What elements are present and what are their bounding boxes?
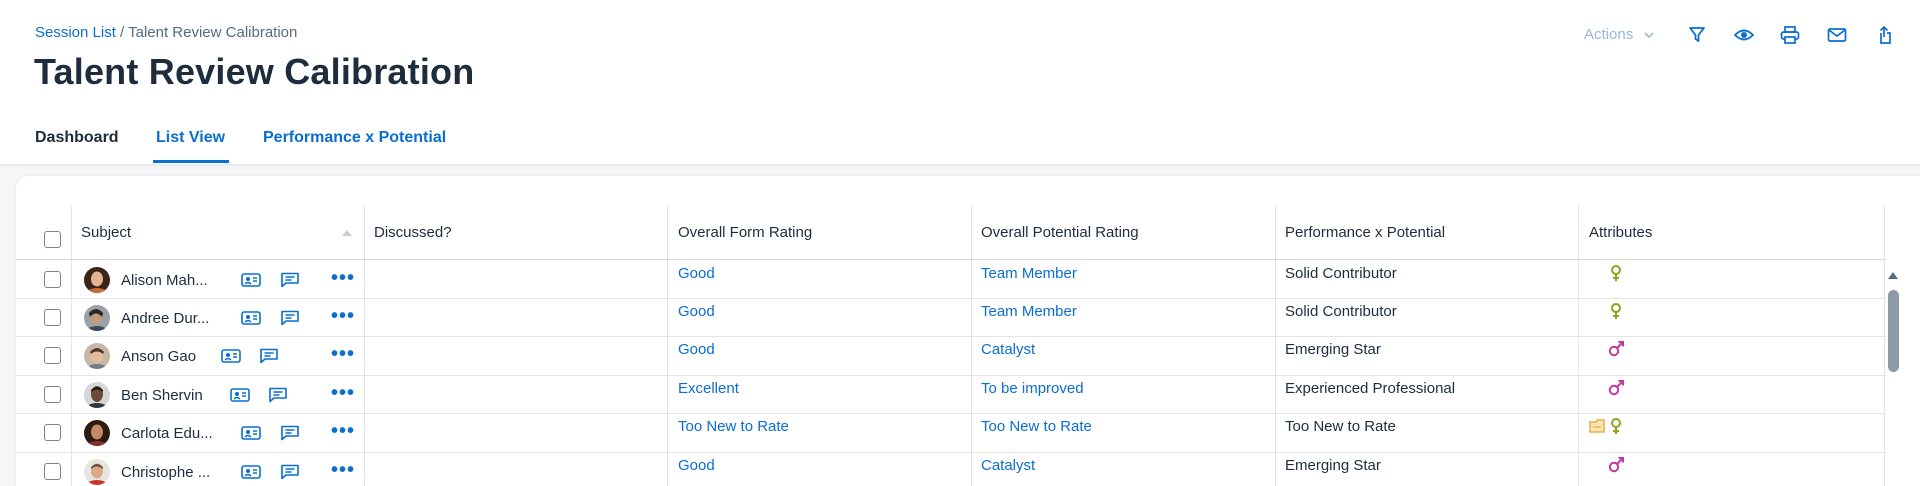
avatar [84,267,110,293]
female-icon [1611,265,1621,281]
chevron-down-icon [1644,32,1654,39]
subject-name[interactable]: Andree Dur... [121,310,209,327]
row-checkbox[interactable] [44,309,61,326]
breadcrumb-current: Talent Review Calibration [128,24,298,41]
performance-x-potential-value: Emerging Star [1285,341,1381,358]
comment-icon[interactable] [259,348,279,364]
subject-name[interactable]: Christophe ... [121,464,210,481]
avatar [84,459,110,485]
profile-card-icon[interactable] [230,387,250,403]
table-row[interactable]: Anson Gao ••• Good Catalyst Emerging Sta… [0,337,1920,375]
export-icon[interactable] [1871,22,1897,48]
more-options-icon[interactable]: ••• [331,305,355,328]
table-row[interactable]: Andree Dur... ••• Good Team Member Solid… [0,299,1920,337]
overall-form-rating-link[interactable]: Good [678,457,715,474]
male-icon [1608,457,1624,473]
subject-name[interactable]: Carlota Edu... [121,425,213,442]
comment-icon[interactable] [280,310,300,326]
overall-form-rating-link[interactable]: Excellent [678,380,739,397]
tab-performance-x-potential[interactable]: Performance x Potential [263,129,446,147]
overall-form-rating-link[interactable]: Too New to Rate [678,418,789,435]
comment-icon[interactable] [280,464,300,480]
profile-card-icon[interactable] [221,348,241,364]
subject-name[interactable]: Ben Shervin [121,387,203,404]
profile-card-icon[interactable] [241,464,261,480]
header-divider [16,259,1886,260]
avatar [84,343,110,369]
column-header-overall-form-rating[interactable]: Overall Form Rating [678,224,812,241]
performance-x-potential-value: Solid Contributor [1285,265,1397,282]
overall-potential-rating-link[interactable]: Team Member [981,265,1077,282]
column-header-performance-x-potential[interactable]: Performance x Potential [1285,224,1445,241]
comment-icon[interactable] [280,425,300,441]
actions-dropdown[interactable]: Actions [1584,26,1655,43]
sort-icon[interactable] [340,228,354,238]
more-options-icon[interactable]: ••• [331,267,355,290]
overall-form-rating-link[interactable]: Good [678,341,715,358]
selected-tab-indicator [153,160,229,163]
row-checkbox[interactable] [44,347,61,364]
eye-icon[interactable] [1731,22,1757,48]
column-header-subject[interactable]: Subject [81,224,131,241]
performance-x-potential-value: Too New to Rate [1285,418,1396,435]
print-icon[interactable] [1777,22,1803,48]
row-checkbox[interactable] [44,463,61,480]
page-title: Talent Review Calibration [34,51,475,92]
subject-name[interactable]: Alison Mah... [121,272,208,289]
comment-icon[interactable] [280,272,300,288]
table-row[interactable]: Carlota Edu... ••• Too New to Rate Too N… [0,414,1920,452]
male-icon [1608,380,1624,396]
performance-x-potential-value: Experienced Professional [1285,380,1456,397]
breadcrumb-session-list-link[interactable]: Session List [35,24,116,41]
profile-card-icon[interactable] [241,310,261,326]
female-icon [1611,303,1621,319]
page-header: Session List / Talent Review Calibration… [0,0,1920,164]
performance-x-potential-value: Solid Contributor [1285,303,1397,320]
avatar [84,382,110,408]
overall-potential-rating-link[interactable]: To be improved [981,380,1084,397]
table-row[interactable]: Ben Shervin ••• Excellent To be improved… [0,376,1920,414]
more-options-icon[interactable]: ••• [331,343,355,366]
overall-potential-rating-link[interactable]: Catalyst [981,341,1035,358]
row-checkbox[interactable] [44,271,61,288]
profile-card-icon[interactable] [241,272,261,288]
tab-list-view[interactable]: List View [156,129,225,147]
table-row[interactable]: Alison Mah... ••• Good Team Member Solid… [0,261,1920,299]
table-row[interactable]: Christophe ... ••• Good Catalyst Emergin… [0,453,1920,486]
overall-potential-rating-link[interactable]: Catalyst [981,457,1035,474]
more-options-icon[interactable]: ••• [331,459,355,482]
actions-label: Actions [1584,26,1634,43]
column-header-overall-potential-rating[interactable]: Overall Potential Rating [981,224,1139,241]
overall-form-rating-link[interactable]: Good [678,265,715,282]
avatar [84,420,110,446]
vertical-scrollbar-thumb[interactable] [1888,290,1899,372]
more-options-icon[interactable]: ••• [331,382,355,405]
overall-form-rating-link[interactable]: Good [678,303,715,320]
filter-icon[interactable] [1684,22,1710,48]
more-options-icon[interactable]: ••• [331,420,355,443]
row-checkbox[interactable] [44,386,61,403]
performance-x-potential-value: Emerging Star [1285,457,1381,474]
subject-name[interactable]: Anson Gao [121,348,196,365]
column-header-attributes[interactable]: Attributes [1589,224,1652,241]
male-icon [1608,341,1624,357]
row-checkbox[interactable] [44,424,61,441]
avatar [84,305,110,331]
column-header-discussed[interactable]: Discussed? [374,224,452,241]
breadcrumb: Session List / Talent Review Calibration [35,24,297,41]
female-icon [1611,418,1621,434]
new-hire-icon [1589,419,1605,433]
mail-icon[interactable] [1824,22,1850,48]
overall-potential-rating-link[interactable]: Too New to Rate [981,418,1092,435]
profile-card-icon[interactable] [241,425,261,441]
select-all-checkbox[interactable] [44,231,61,248]
overall-potential-rating-link[interactable]: Team Member [981,303,1077,320]
tab-dashboard[interactable]: Dashboard [35,129,119,147]
comment-icon[interactable] [268,387,288,403]
scroll-up-arrow-icon[interactable] [1886,268,1900,282]
breadcrumb-separator: / [115,24,129,41]
